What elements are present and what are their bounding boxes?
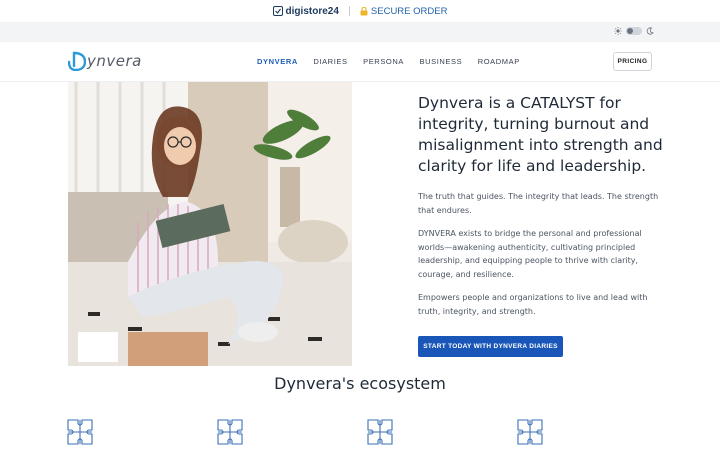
ecosystem-title: Dynvera's ecosystem	[274, 374, 446, 393]
puzzle-icon	[67, 419, 93, 445]
hero-paragraph: Empowers people and organizations to liv…	[418, 293, 648, 316]
pricing-button[interactable]: PRICING	[613, 52, 652, 71]
hero-photo	[68, 82, 352, 366]
hero-headline: Dynvera is a CATALYST for integrity, tur…	[418, 94, 663, 175]
moon-icon	[646, 27, 654, 35]
dynvera-logo[interactable]: ynvera	[68, 51, 142, 71]
nav-item-roadmap[interactable]: ROADMAP	[478, 57, 520, 66]
nav-item-dynvera[interactable]: DYNVERA	[257, 57, 298, 66]
logo-mark-icon	[68, 51, 86, 71]
puzzle-icon	[517, 419, 543, 445]
divider	[348, 6, 350, 16]
nav-item-persona[interactable]: PERSONA	[363, 57, 404, 66]
theme-row	[0, 22, 720, 42]
digistore-brand: digistore24	[272, 5, 339, 17]
theme-switch[interactable]	[626, 27, 642, 35]
hero-paragraph: DYNVERA exists to bridge the personal an…	[418, 229, 642, 279]
main-nav: DYNVERA DIARIES PERSONA BUSINESS ROADMAP	[257, 57, 535, 66]
puzzle-icon	[217, 419, 243, 445]
nav-item-diaries[interactable]: DIARIES	[313, 57, 347, 66]
secure-order-bar: digistore24 SECURE ORDER	[0, 0, 720, 22]
logo-text: ynvera	[87, 52, 142, 70]
hero-text: Dynvera is a CATALYST for integrity, tur…	[418, 93, 668, 318]
digistore-brand-text: digistore24	[285, 5, 339, 17]
lock-icon	[360, 6, 368, 15]
navbar: ynvera DYNVERA DIARIES PERSONA BUSINESS …	[0, 42, 720, 82]
woman-reading-illustration	[68, 82, 352, 366]
hero-paragraph: The truth that guides. The integrity tha…	[418, 192, 659, 215]
secure-order: SECURE ORDER	[360, 5, 448, 17]
nav-item-business[interactable]: BUSINESS	[419, 57, 462, 66]
digistore-logo-icon	[272, 6, 283, 16]
secure-order-text: SECURE ORDER	[370, 5, 448, 17]
start-dynvera-diaries-button[interactable]: START TODAY WITH DYNVERA DIARIES	[418, 336, 563, 357]
sun-icon	[614, 27, 622, 35]
puzzle-icon	[367, 419, 393, 445]
theme-toggle[interactable]	[614, 27, 654, 35]
